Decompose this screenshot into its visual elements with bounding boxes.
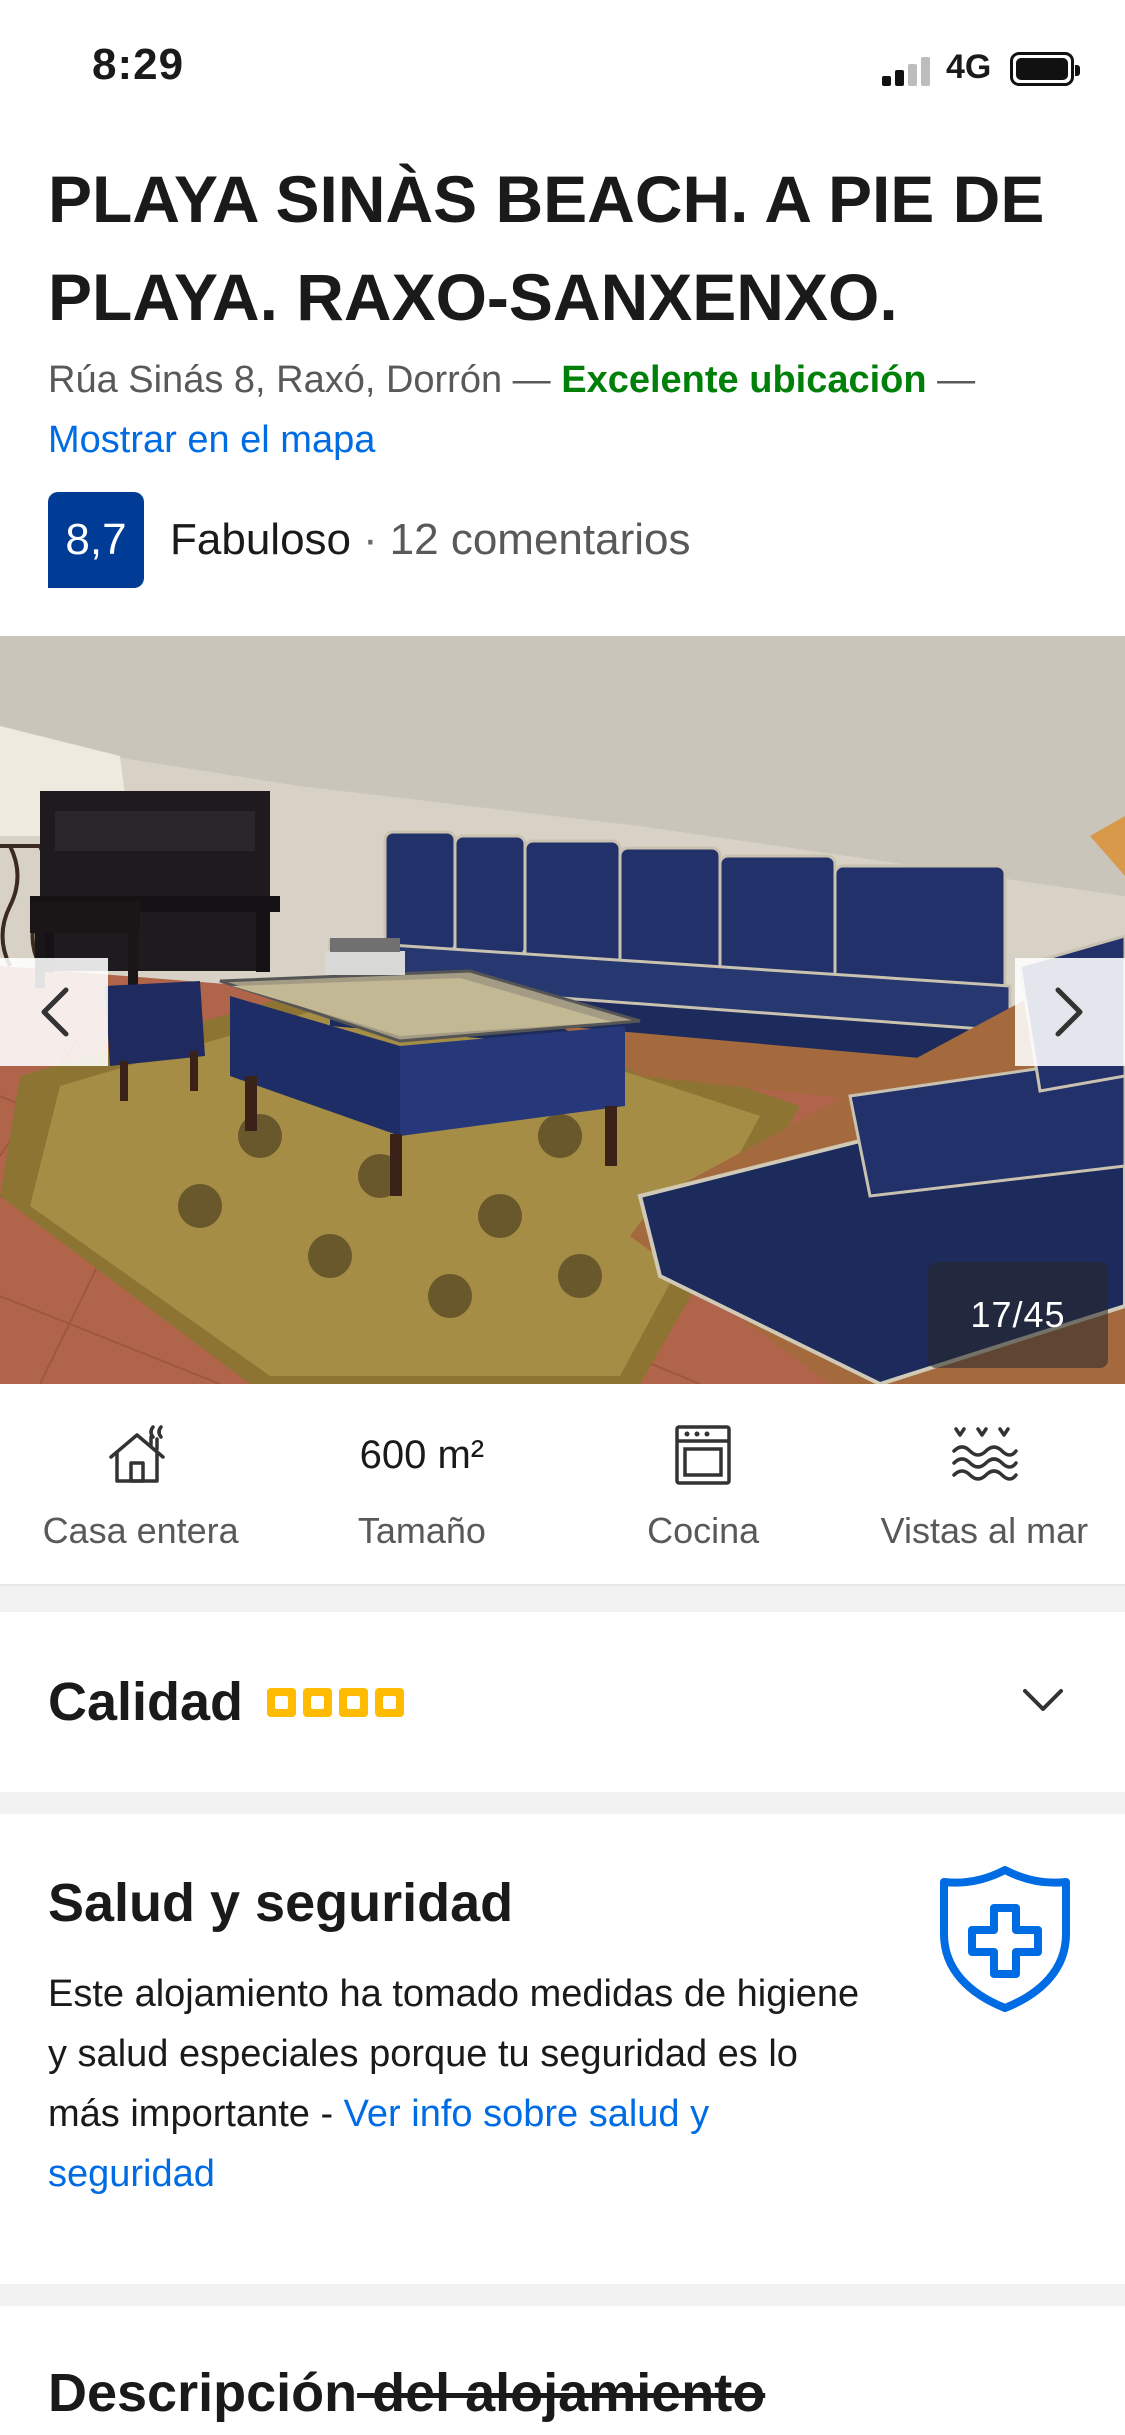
facility-label: Tamaño xyxy=(357,1510,486,1551)
description-title-start: Descripción xyxy=(48,2363,358,2423)
review-score-word: Fabuloso xyxy=(170,515,352,564)
chevron-left-icon xyxy=(41,987,69,1037)
status-time: 8:29 xyxy=(92,40,185,89)
sea-view-icon xyxy=(952,1427,1019,1481)
section-divider xyxy=(0,1792,1125,1814)
health-title: Salud y seguridad xyxy=(48,1873,514,1933)
address-block: Rúa Sinás 8, Raxó, Dorrón — Excelente ub… xyxy=(48,350,1088,470)
review-count[interactable]: 12 comentarios xyxy=(390,515,691,565)
property-title: PLAYA SINÀS BEACH. A PIE DE PLAYA. RAXO-… xyxy=(48,162,1045,334)
show-on-map-link[interactable]: Mostrar en el mapa xyxy=(48,419,375,461)
facility-size: 600 m² Tamaño xyxy=(281,1384,562,1584)
rating-row[interactable]: 8,7 Fabuloso · 12 comentarios xyxy=(48,492,691,588)
quality-star-icon xyxy=(267,1687,297,1717)
section-divider xyxy=(0,1584,1125,1612)
oven-icon xyxy=(675,1425,731,1485)
battery-icon xyxy=(1010,52,1080,86)
facility-label: Vistas al mar xyxy=(880,1510,1089,1551)
chevron-right-icon xyxy=(1055,987,1083,1037)
photo-counter: 17/45 xyxy=(928,1262,1108,1368)
facility-label: Cocina xyxy=(647,1510,760,1551)
quality-stars xyxy=(267,1687,411,1717)
shield-plus-icon xyxy=(940,1866,1070,2012)
status-bar: 8:29 4G xyxy=(0,0,1125,140)
house-icon xyxy=(108,1425,165,1483)
address-separator: — xyxy=(926,359,976,401)
size-value: 600 m² xyxy=(359,1432,485,1477)
location-badge: Excelente ubicación xyxy=(561,359,927,401)
gallery-prev-button[interactable] xyxy=(0,958,108,1066)
description-title: Descripción del alojamiento xyxy=(48,2362,765,2424)
quality-star-icon xyxy=(375,1687,405,1717)
address-text: Rúa Sinás 8, Raxó, Dorrón — xyxy=(48,359,562,401)
quality-title: Calidad xyxy=(48,1672,244,1732)
chevron-down-icon[interactable] xyxy=(1021,1686,1065,1714)
health-safety-section: Salud y seguridad Este alojamiento ha to… xyxy=(0,1814,1125,2284)
signal-icon xyxy=(882,56,934,86)
gallery-next-button[interactable] xyxy=(1015,958,1125,1066)
health-text-block: Este alojamiento ha tomado medidas de hi… xyxy=(48,1964,868,2204)
review-separator: · xyxy=(363,515,378,564)
quality-star-icon xyxy=(303,1687,333,1717)
facilities-row: Casa entera 600 m² Tamaño Cocina Vistas … xyxy=(0,1384,1125,1584)
facility-kitchen: Cocina xyxy=(563,1384,844,1584)
quality-section[interactable]: Calidad xyxy=(0,1612,1125,1792)
facility-label: Casa entera xyxy=(42,1510,239,1551)
network-type: 4G xyxy=(946,48,992,86)
section-divider xyxy=(0,2284,1125,2306)
facility-sea-view: Vistas al mar xyxy=(844,1384,1125,1584)
review-score-badge: 8,7 xyxy=(48,492,144,588)
facility-entire-home: Casa entera xyxy=(0,1384,281,1584)
quality-star-icon xyxy=(339,1687,369,1717)
photo-gallery[interactable]: 17/45 xyxy=(0,636,1125,1384)
description-title-struck: del alojamiento xyxy=(357,2363,766,2423)
